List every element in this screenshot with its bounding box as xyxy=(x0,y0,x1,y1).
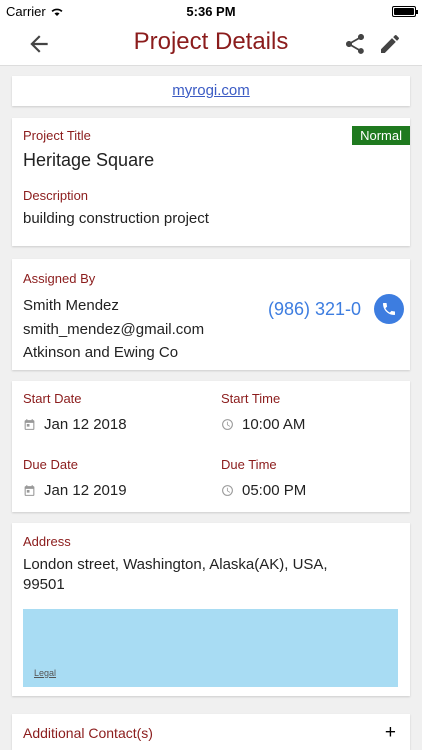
phone-icon xyxy=(383,303,395,315)
due-date-value: Jan 12 2019 xyxy=(44,482,127,499)
add-contact-icon[interactable]: + xyxy=(385,722,396,744)
address-card: Address London street, Washington, Alask… xyxy=(12,523,410,696)
call-button[interactable] xyxy=(374,294,404,324)
battery-icon xyxy=(392,6,418,17)
due-time-label: Due Time xyxy=(221,457,277,472)
description-label: Description xyxy=(23,188,89,203)
schedule-card: Start Date Start Time Jan 12 2018 10:00 … xyxy=(12,381,410,512)
navigation-bar: Project Details xyxy=(0,22,422,66)
due-date-label: Due Date xyxy=(23,457,78,472)
assignee-company: Atkinson and Ewing Co xyxy=(23,344,179,361)
start-date-label: Start Date xyxy=(23,391,82,406)
map-legal-link[interactable]: Legal xyxy=(34,668,56,678)
clock-icon xyxy=(222,485,233,496)
due-time-value: 05:00 PM xyxy=(242,482,307,499)
assignee-email[interactable]: smith_mendez@gmail.com xyxy=(23,321,204,338)
start-time-value: 10:00 AM xyxy=(242,416,306,433)
edit-icon[interactable] xyxy=(378,32,402,56)
project-title: Heritage Square xyxy=(23,150,155,170)
clock: 5:36 PM xyxy=(186,4,236,19)
address-line-1: London street, Washington, Alaska(AK), U… xyxy=(23,556,328,573)
address-label: Address xyxy=(23,534,71,549)
start-date-value: Jan 12 2018 xyxy=(44,416,127,433)
website-link[interactable]: myrogi.com xyxy=(172,82,250,99)
assignee-name: Smith Mendez xyxy=(23,297,119,314)
project-card: Project Title Normal Heritage Square Des… xyxy=(12,118,410,246)
start-time-field: 10:00 AM xyxy=(221,416,305,433)
project-description: building construction project xyxy=(23,210,209,227)
clock-icon xyxy=(222,419,233,430)
assigned-by-card: Assigned By Smith Mendez smith_mendez@gm… xyxy=(12,259,410,370)
start-date-field: Jan 12 2018 xyxy=(23,416,127,433)
website-card: myrogi.com xyxy=(12,76,410,106)
additional-contacts-label: Additional Contact(s) xyxy=(23,725,153,741)
project-title-label: Project Title xyxy=(23,128,91,143)
priority-badge: Normal xyxy=(352,126,410,145)
due-date-field: Jan 12 2019 xyxy=(23,482,127,499)
assigned-by-label: Assigned By xyxy=(23,271,96,286)
phone-number[interactable]: (986) 321-0 xyxy=(268,299,361,320)
map-view[interactable]: Legal xyxy=(23,609,398,687)
share-icon[interactable] xyxy=(343,32,367,56)
calendar-icon xyxy=(24,419,35,430)
start-time-label: Start Time xyxy=(221,391,281,406)
due-time-field: 05:00 PM xyxy=(221,482,306,499)
calendar-icon xyxy=(24,485,35,496)
additional-contacts-card[interactable]: Additional Contact(s) + xyxy=(12,714,410,750)
address-line-2: 99501 xyxy=(23,576,65,593)
status-bar: Carrier 5:36 PM xyxy=(0,0,422,22)
